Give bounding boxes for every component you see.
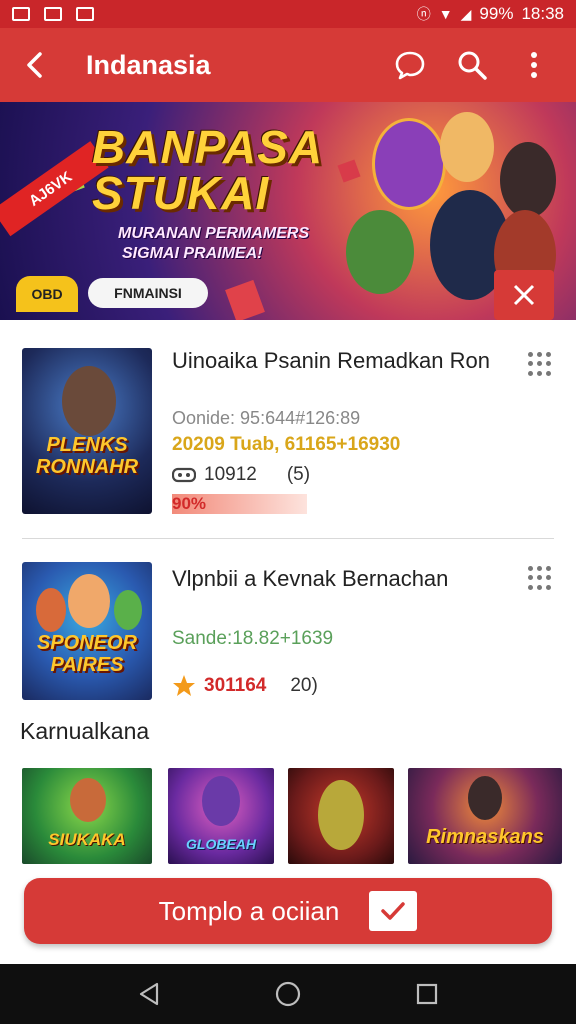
tile-character [318, 780, 364, 850]
banner-subtitle-line1: MURANAN PERMAMERS [118, 225, 310, 242]
thumbnail-character [114, 590, 142, 630]
tile-character [202, 776, 240, 826]
check-icon [369, 891, 418, 931]
promo-banner[interactable]: AJ6VK BANPASA STUKAI MURANAN PERMAMERS S… [0, 102, 576, 320]
game-title: Vlpnbii a Kevnak Bernachan [172, 566, 449, 591]
nav-recents-button[interactable] [407, 974, 447, 1014]
photo-notification-icon [44, 7, 62, 21]
banner-subtitle: MURANAN PERMAMERS SIGMAI PRAIMEA! [118, 224, 309, 264]
close-icon [513, 284, 535, 306]
arrow-left-icon [27, 52, 42, 78]
banner-chip-white[interactable]: FNMAINSI [88, 278, 208, 308]
app-bar: Indanasia [0, 28, 576, 102]
game-rating-row: 301164 20) [172, 674, 318, 698]
banner-chip-yellow[interactable]: OBD [16, 276, 78, 312]
download-progress: 90% [172, 494, 322, 514]
game-price: Sande:18.82+1639 [172, 628, 334, 649]
grid-menu-icon[interactable] [528, 566, 552, 590]
more-options-button[interactable] [514, 45, 554, 85]
primary-action-button[interactable]: Tomplo a ociian [24, 878, 552, 944]
section-title: Karnualkana [20, 718, 150, 744]
tile-character [468, 776, 502, 820]
chat-bubble-icon [395, 51, 425, 80]
grid-menu-icon[interactable] [528, 352, 552, 376]
system-nav-bar [0, 964, 576, 1024]
thumbnail-character [68, 574, 110, 628]
chat-button[interactable] [390, 45, 430, 85]
thumbnail-title: PLENKS RONNAHR [35, 434, 139, 478]
gallery-notification-icon [12, 7, 30, 21]
thumbnail-character [36, 588, 66, 632]
app-bar-actions [390, 45, 576, 85]
decor-block [225, 279, 265, 320]
mini-game-label: Rimnaskans [426, 826, 544, 848]
notification-icons [12, 7, 94, 21]
controller-icon [172, 467, 196, 483]
wifi-icon: ▼ [438, 6, 453, 22]
star-icon [173, 675, 195, 696]
nav-home-button[interactable] [268, 974, 308, 1014]
thumbnail-title: SPONEOR PAIRES [36, 632, 138, 676]
search-icon [458, 51, 487, 80]
page-title: Indanasia [86, 49, 211, 80]
battery-level: 99% [479, 4, 514, 23]
mini-game-tile[interactable] [288, 768, 394, 864]
hero-character-3 [500, 142, 556, 218]
banner-title-line1: BANPASA [92, 121, 324, 173]
game-title: Uinoaika Psanin Remadkan Ron [172, 348, 490, 373]
game-rating-count: (5) [286, 464, 311, 485]
mini-game-label: SIUKAKA [48, 830, 126, 849]
game-price: 20209 Tuab, 61165+16930 [172, 434, 401, 455]
more-vert-icon [531, 52, 537, 78]
mini-game-tile[interactable]: Rimnaskans [408, 768, 562, 864]
progress-label: 90% [172, 494, 207, 513]
hero-character-1 [372, 118, 446, 210]
divider [22, 538, 554, 539]
banner-subtitle-line2: SIGMAI PRAIMEA! [122, 245, 263, 262]
status-indicators: ⓝ ▼ ◢ 99% 18:38 [417, 4, 564, 24]
nav-home-icon [275, 981, 301, 1007]
back-button[interactable] [0, 28, 70, 102]
status-bar: ⓝ ▼ ◢ 99% 18:38 [0, 0, 576, 28]
banner-title: BANPASA STUKAI [92, 124, 323, 216]
banner-title-line2: STUKAI [92, 167, 270, 219]
game-rating-row: 10912 (5) [172, 464, 310, 486]
decor-block [337, 159, 361, 183]
game-rating: 10912 [204, 464, 257, 485]
game-thumbnail[interactable]: PLENKS RONNAHR [22, 348, 152, 514]
nav-back-icon [140, 982, 159, 1006]
game-thumbnail[interactable]: SPONEOR PAIRES [22, 562, 152, 700]
nav-recents-icon [416, 983, 437, 1005]
signal-icon: ◢ [460, 5, 472, 22]
hero-character-2 [440, 112, 494, 182]
banner-close-button[interactable] [494, 270, 554, 320]
nav-back-button[interactable] [129, 974, 169, 1014]
game-rating: 301164 [204, 675, 267, 696]
game-meta: Oonide: 95:644#126:89 [172, 408, 361, 428]
game-rating-count: 20) [290, 675, 318, 696]
primary-action-label: Tomplo a ociian [158, 895, 340, 926]
mini-game-label: GLOBEAH [186, 836, 256, 852]
search-button[interactable] [452, 45, 492, 85]
mini-game-tile[interactable]: SIUKAKA [22, 768, 152, 864]
hero-character-4 [346, 210, 414, 294]
app-notification-icon [76, 7, 94, 21]
mini-game-tile[interactable]: GLOBEAH [168, 768, 274, 864]
clock: 18:38 [521, 4, 564, 23]
nfc-icon: ⓝ [416, 6, 431, 22]
thumbnail-character [62, 366, 116, 436]
tile-character [70, 778, 106, 822]
